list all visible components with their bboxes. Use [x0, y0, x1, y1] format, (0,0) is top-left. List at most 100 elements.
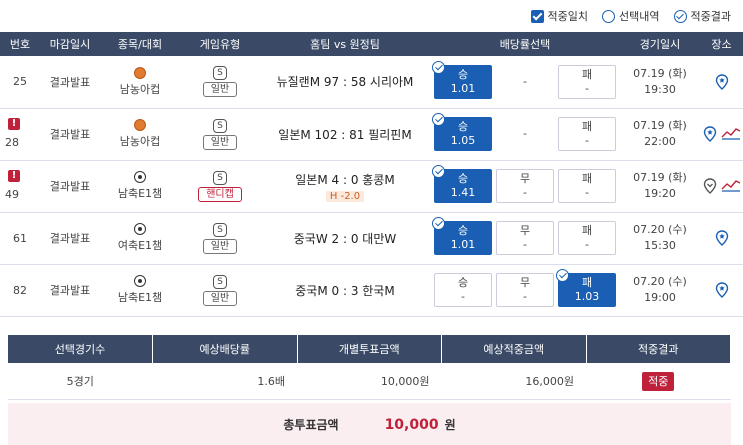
odds-cell: 승 - 무 - 패 1.03 [430, 264, 620, 317]
odds-button[interactable]: 승 - [434, 273, 492, 307]
sum-header-result: 적중결과 [586, 335, 731, 363]
location-pin-icon[interactable] [715, 282, 729, 298]
match-score: 중국W 2 : 0 대만W [293, 231, 397, 246]
sum-odds: 1.6배 [152, 363, 297, 400]
odds-value: 1.03 [574, 290, 600, 303]
close-status: 결과발표 [40, 160, 100, 213]
odds-value: - [523, 238, 527, 251]
venue-cell [700, 56, 743, 109]
odds-empty: - [496, 117, 554, 151]
basketball-icon [134, 66, 146, 79]
odds-button[interactable]: 무 - [496, 273, 554, 307]
legend-hit-match: 적중일치 [530, 8, 589, 24]
close-status: 결과발표 [40, 264, 100, 317]
odds-button[interactable]: 승 1.01 [432, 60, 492, 99]
location-pin-check-icon[interactable] [703, 178, 717, 194]
game-type-cell: S 일반 [180, 212, 260, 265]
game-no-cell: 25 [0, 56, 40, 109]
odds-button[interactable]: 패 - [558, 117, 616, 151]
total-label: 총투표금액 [283, 417, 339, 432]
trend-chart-icon[interactable] [721, 178, 741, 195]
odds-value: 1.01 [450, 81, 476, 95]
match-cell: 일본M 4 : 0 홍콩M H -2.0 [260, 160, 430, 213]
match-cell: 일본M 102 : 81 필리핀M [260, 108, 430, 161]
odds-button[interactable]: 패 - [558, 64, 616, 99]
legend-label: 적중일치 [547, 10, 589, 23]
col-header-odds: 배당률선택 [430, 32, 620, 56]
match-score: 일본M 102 : 81 필리핀M [278, 127, 412, 142]
odds-button[interactable]: 승 1.05 [432, 113, 492, 151]
odds-label: 승 [457, 224, 469, 237]
close-status: 결과발표 [40, 212, 100, 265]
soccer-ball-icon [134, 171, 146, 183]
odds-button[interactable]: 패 1.03 [556, 269, 616, 307]
venue-cell [700, 108, 743, 161]
s-badge-icon: S [213, 66, 227, 81]
location-pin-icon[interactable] [715, 230, 729, 246]
location-pin-icon[interactable] [715, 74, 729, 90]
circle-check-icon [432, 217, 445, 230]
league-name: 남축E1챔 [117, 187, 163, 200]
odds-button[interactable]: 패 - [558, 221, 616, 255]
total-amount-value: 10,000 [384, 416, 439, 433]
soccer-ball-icon [134, 223, 146, 235]
match-cell: 중국M 0 : 3 한국M [260, 264, 430, 317]
game-date: 07.19 (화) [633, 66, 687, 80]
legend-hit-result: 적중결과 [673, 8, 731, 24]
game-no: 49 [5, 187, 19, 201]
game-type-label: 핸디캡 [198, 186, 242, 202]
game-no-cell: ! 49 [0, 160, 40, 213]
odds-label: 무 [519, 224, 531, 237]
games-table: 번호 마감일시 종목/대회 게임유형 홈팀 vs 원정팀 배당률선택 경기일시 … [0, 32, 743, 317]
sport-cell: 남농아컵 [100, 56, 180, 109]
odds-button[interactable]: 무 - [496, 169, 554, 203]
date-cell: 07.20 (수) 15:30 [620, 212, 700, 265]
date-cell: 07.19 (화) 22:00 [620, 108, 700, 161]
table-header-row: 번호 마감일시 종목/대회 게임유형 홈팀 vs 원정팀 배당률선택 경기일시 … [0, 32, 743, 56]
legend-label: 선택내역 [619, 10, 660, 23]
match-cell: 중국W 2 : 0 대만W [260, 212, 430, 265]
game-time: 15:30 [644, 239, 676, 252]
odds-button[interactable]: 승 1.01 [432, 217, 492, 255]
venue-cell [700, 212, 743, 265]
location-pin-icon[interactable] [703, 126, 717, 142]
odds-button[interactable]: 패 - [558, 169, 616, 203]
game-no: 61 [13, 231, 27, 245]
odds-label: 패 [581, 276, 593, 289]
game-time: 19:00 [644, 291, 676, 304]
league-name: 남농아컵 [119, 135, 161, 148]
trend-chart-icon[interactable] [721, 126, 741, 143]
date-cell: 07.19 (화) 19:30 [620, 56, 700, 109]
date-cell: 07.20 (수) 19:00 [620, 264, 700, 317]
match-score: 중국M 0 : 3 한국M [295, 283, 395, 298]
date-cell: 07.19 (화) 19:20 [620, 160, 700, 213]
sum-expected: 16,000원 [441, 363, 586, 400]
total-amount: 10,000 원 [385, 416, 456, 433]
odds-label: - [523, 74, 527, 88]
s-badge-icon: S [213, 274, 227, 289]
close-status: 결과발표 [40, 108, 100, 161]
odds-label: 패 [581, 120, 593, 133]
col-header-venue: 장소 [700, 32, 743, 56]
game-no: 82 [13, 283, 27, 297]
game-type-label: 일반 [202, 290, 238, 306]
circle-check-icon [432, 60, 445, 74]
match-score: 일본M 4 : 0 홍콩M [295, 172, 395, 187]
game-date: 07.20 (수) [633, 223, 687, 236]
handicap-value: H -2.0 [325, 190, 365, 202]
odds-value: - [585, 134, 589, 147]
circle-check-icon [432, 113, 445, 126]
game-date: 07.20 (수) [633, 275, 687, 288]
game-date: 07.19 (화) [633, 171, 687, 184]
odds-button[interactable]: 무 - [496, 221, 554, 255]
odds-button[interactable]: 승 1.41 [432, 165, 492, 203]
game-type-label: 일반 [202, 82, 238, 98]
game-type-cell: S 핸디캡 [180, 160, 260, 213]
odds-value: - [461, 290, 465, 303]
game-time: 19:20 [644, 187, 676, 200]
basketball-icon [134, 119, 146, 131]
legend-bar: 적중일치 선택내역 적중결과 [0, 0, 743, 32]
sum-result-cell: 적중 [586, 363, 731, 400]
col-header-close: 마감일시 [40, 32, 100, 56]
game-time: 19:30 [644, 82, 676, 96]
